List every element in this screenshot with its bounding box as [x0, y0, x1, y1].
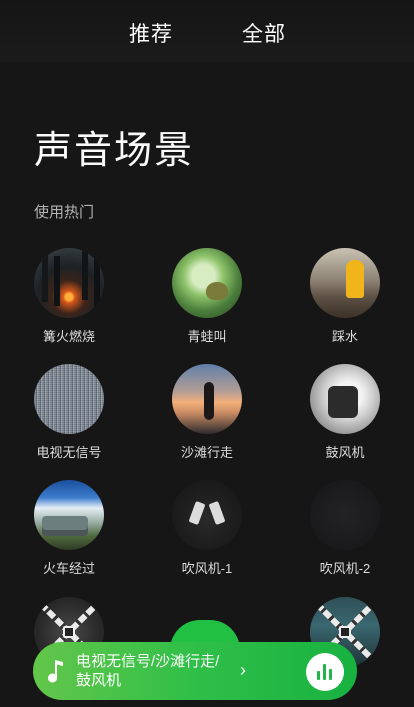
scene-label: 火车经过 [42, 561, 95, 576]
scene-label: 鼓风机 [325, 445, 365, 460]
puddle-image [310, 248, 380, 318]
scene-item-hairdryer-2[interactable]: 吹风机-2 [295, 480, 395, 577]
music-note-icon [48, 660, 63, 683]
bonfire-image [34, 248, 104, 318]
scene-item-train[interactable]: 火车经过 [19, 480, 119, 577]
scene-label: 吹风机-2 [319, 561, 371, 576]
now-playing-bar[interactable]: 电视无信号/沙滩行走/鼓风机 › [33, 642, 357, 700]
scene-label: 吹风机-1 [181, 561, 233, 576]
chevron-right-icon[interactable]: › [240, 660, 246, 681]
frog-image [172, 248, 242, 318]
scene-item-frog[interactable]: 青蛙叫 [157, 248, 257, 345]
scene-item-beach-walk[interactable]: 沙滩行走 [157, 364, 257, 461]
lock-icon [339, 626, 351, 638]
beach-walk-image [172, 364, 242, 434]
scene-label: 沙滩行走 [180, 445, 233, 460]
tab-recommended[interactable]: 推荐 [129, 18, 173, 48]
scene-label: 篝火燃烧 [42, 329, 95, 344]
scene-item-blower[interactable]: 鼓风机 [295, 364, 395, 461]
scene-item-tv-static[interactable]: 电视无信号 [19, 364, 119, 461]
scene-label: 电视无信号 [36, 445, 102, 460]
top-tab-bar: 推荐 全部 [0, 0, 414, 62]
hairdryer-image [310, 480, 380, 550]
page-title: 声音场景 [34, 130, 195, 172]
scene-label: 青蛙叫 [187, 329, 227, 344]
section-title: 使用热门 [34, 204, 95, 221]
now-playing-title: 电视无信号/沙滩行走/鼓风机 [76, 653, 220, 689]
lock-icon [63, 626, 75, 638]
hairdryer-image [172, 480, 242, 550]
equalizer-icon [317, 664, 333, 680]
train-image [34, 480, 104, 550]
tv-static-image [34, 364, 104, 434]
scene-item-puddle[interactable]: 踩水 [295, 248, 395, 345]
blower-image [310, 364, 380, 434]
tab-all[interactable]: 全部 [242, 18, 286, 48]
scene-item-bonfire[interactable]: 篝火燃烧 [19, 248, 119, 345]
scene-label: 踩水 [331, 329, 358, 344]
sound-bars-button[interactable] [306, 653, 344, 691]
scene-item-hairdryer-1[interactable]: 吹风机-1 [157, 480, 257, 577]
